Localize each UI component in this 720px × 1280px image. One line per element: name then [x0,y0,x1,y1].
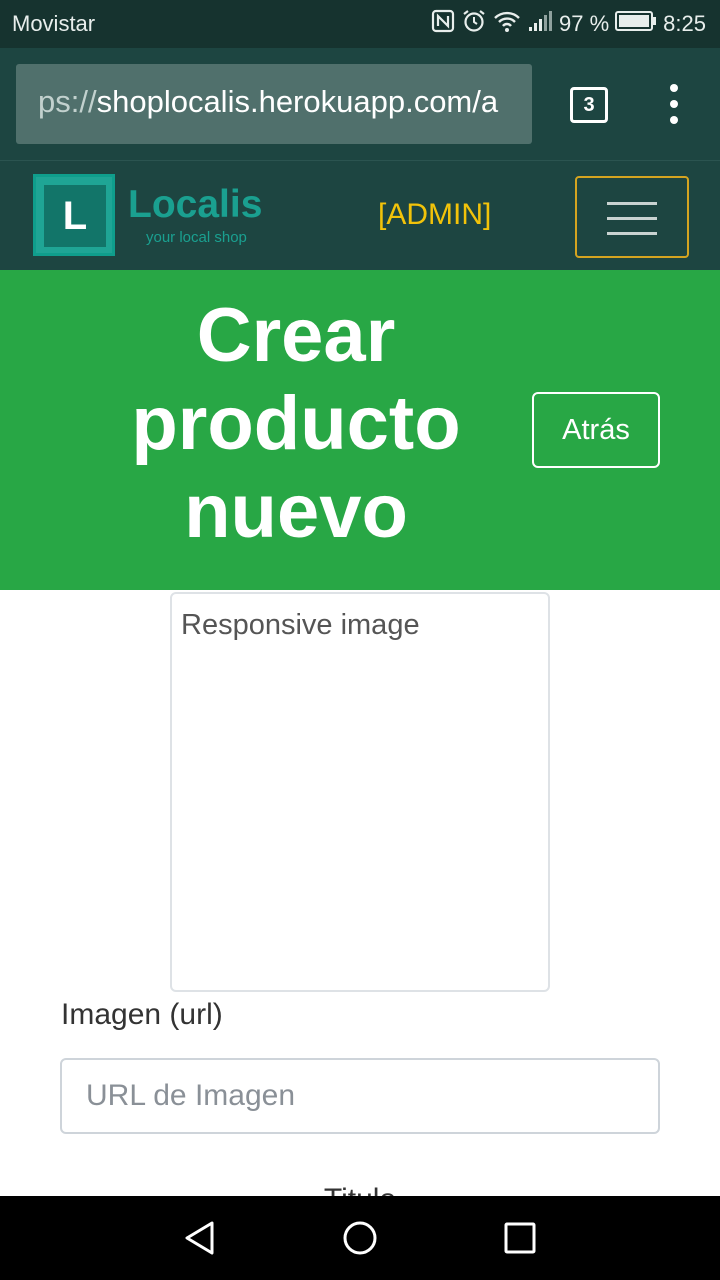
back-nav-button[interactable] [178,1216,222,1260]
carrier-name: Movistar [12,11,96,36]
logo-icon[interactable]: L [33,174,115,256]
logo-letter: L [44,185,106,247]
status-bar: Movistar 97 % 8:25 [0,0,720,48]
image-url-label: Imagen (url) [61,998,223,1031]
title-label-clip: Titulo [0,1183,720,1196]
circle-home-icon [343,1221,377,1255]
signal-icon [527,9,553,39]
browser-menu-button[interactable] [666,84,682,124]
battery-icon [615,10,657,38]
title-label: Titulo [0,1183,720,1196]
tab-switcher-button[interactable]: 3 [570,87,608,123]
page-title: Crear producto nuevo [131,293,461,554]
hamburger-line-icon [607,202,657,205]
hamburger-line-icon [607,232,657,235]
home-nav-button[interactable] [338,1216,382,1260]
menu-dot-icon [670,100,678,108]
system-nav-bar [0,1196,720,1280]
product-image-preview: Responsive image [170,592,550,992]
nfc-icon [431,9,455,39]
square-recents-icon [504,1222,536,1254]
clock: 8:25 [663,11,706,36]
wifi-icon [493,9,521,39]
address-bar[interactable]: ps://shoplocalis.herokuapp.com/a [16,64,532,144]
browser-toolbar: ps://shoplocalis.herokuapp.com/a 3 [0,48,720,160]
url-domain: shoplocalis.herokuapp.com/a [96,84,499,119]
nav-toggle-button[interactable] [575,176,689,258]
recents-nav-button[interactable] [498,1216,542,1260]
menu-dot-icon [670,116,678,124]
menu-dot-icon [670,84,678,92]
status-icons: 97 % 8:25 [431,9,706,39]
admin-label: [ADMIN] [378,198,492,231]
page-header: Crear producto nuevo Atrás [0,270,720,590]
back-button[interactable]: Atrás [532,392,660,468]
hamburger-line-icon [607,217,657,220]
site-navbar: L Localis your local shop [ADMIN] [0,160,720,271]
battery-percent: 97 % [559,11,610,36]
url-scheme: ps:// [38,84,97,119]
image-url-input[interactable] [60,1058,660,1134]
triangle-back-icon [185,1221,214,1255]
brand-tagline: your local shop [146,229,247,246]
brand-name[interactable]: Localis [128,183,262,227]
alarm-icon [461,8,487,40]
address-text: ps://shoplocalis.herokuapp.com/a [38,84,498,120]
image-alt-text: Responsive image [181,609,420,641]
